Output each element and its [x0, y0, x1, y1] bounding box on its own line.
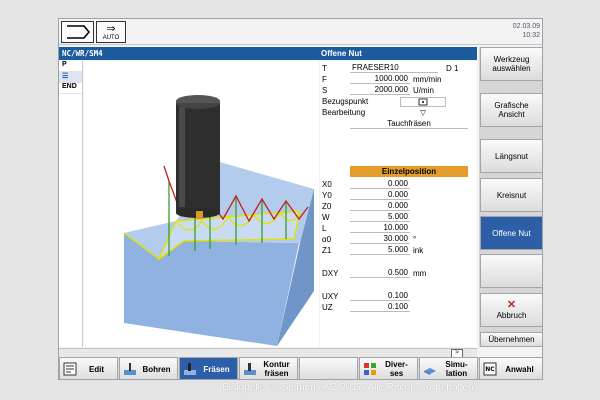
block-item-cycle[interactable]: ☰ [59, 72, 82, 83]
edit-icon [63, 362, 77, 376]
param-row-bezugspunkt: Bezugspunkt [320, 96, 477, 107]
speed-field[interactable]: 2000.000 [350, 85, 410, 95]
misc-icon [364, 363, 376, 375]
param-row-z0: Z0 0.000 [322, 201, 410, 211]
z1-field[interactable]: 5.000 [350, 245, 410, 255]
dialog-header: NC/WR/SM4 Offene Nut [59, 47, 477, 60]
param-row-dxy: DXY 0.500 mm [322, 268, 427, 278]
tool-field[interactable]: FRAESER10 [350, 63, 438, 73]
block-item-p[interactable]: P [59, 61, 82, 72]
softkey-empty[interactable] [480, 254, 542, 288]
drill-icon [124, 363, 136, 375]
softkey-contour-milling[interactable]: Kontur fräsen [239, 357, 298, 379]
param-row-z1: Z1 5.000 ink [322, 245, 424, 255]
uz-field[interactable]: 0.100 [350, 302, 410, 312]
svg-text:NC: NC [485, 366, 495, 373]
program-path: NC/WR/SM4 [62, 49, 103, 58]
cycle-icon: ☰ [62, 73, 69, 80]
tool-edge[interactable]: D 1 [446, 64, 458, 73]
time: 10:32 [522, 32, 540, 39]
param-row-f: F 1000.000 mm/min [322, 74, 442, 84]
param-row-uz: UZ 0.100 [322, 302, 410, 312]
menu-back-icon [67, 25, 91, 39]
softkey-milling[interactable]: Fräsen [179, 357, 238, 379]
param-row-tauch: Tauchfräsen [320, 118, 477, 129]
param-row-t: T FRAESER10 D 1 [322, 63, 459, 73]
softkey-empty-bottom[interactable] [299, 357, 358, 379]
parameter-panel: T FRAESER10 D 1 F 1000.000 mm/min S 2000… [320, 61, 477, 347]
cancel-x-icon: ✕ [506, 299, 517, 311]
reference-point-icon [418, 98, 428, 106]
param-row-s: S 2000.000 U/min [322, 85, 434, 95]
simulation-icon [424, 368, 436, 375]
nc-select-icon: NC [483, 362, 497, 376]
softkey-select-tool[interactable]: Werkzeug auswählen [480, 47, 542, 81]
a0-field[interactable]: 30.000 [350, 234, 410, 244]
softkey-longitudinal-slot[interactable]: Längsnut [480, 139, 542, 173]
toolpath-start [163, 165, 170, 182]
param-row-a0: α0 30.000 ° [322, 234, 417, 244]
softkey-graphic-view[interactable]: Grafische Ansicht [480, 93, 542, 127]
auto-label: AUTO [102, 35, 120, 41]
hmi-screen: ⇒ AUTO 02.03.09 10:32 NC/WR/SM4 Offene N… [58, 18, 543, 380]
feed-field[interactable]: 1000.000 [350, 74, 410, 84]
y0-field[interactable]: 0.000 [350, 190, 410, 200]
softkey-select[interactable]: NC Anwahl [479, 357, 542, 379]
auto-mode-button[interactable]: ⇒ AUTO [96, 21, 126, 43]
menu-back-button[interactable] [61, 21, 94, 43]
param-row-l: L 10.000 [322, 223, 410, 233]
z0-field[interactable]: 0.000 [350, 201, 410, 211]
dxy-field[interactable]: 0.500 [350, 268, 410, 278]
l-field[interactable]: 10.000 [350, 223, 410, 233]
softkey-drilling[interactable]: Bohren [119, 357, 178, 379]
softkey-cancel[interactable]: ✕ Abbruch [480, 293, 542, 327]
help-graphic-slot [84, 61, 319, 347]
vertical-softkeys: Werkzeug auswählen Grafische Ansicht Län… [479, 47, 542, 347]
block-item-end[interactable]: END [59, 83, 82, 94]
milling-tool [176, 95, 220, 219]
uxy-field[interactable]: 0.100 [350, 291, 410, 301]
x0-field[interactable]: 0.000 [350, 179, 410, 189]
softkey-open-slot[interactable]: Offene Nut [480, 216, 542, 250]
image-credit: Bildquelle "© Siemens AG 2017, Alle Rech… [222, 382, 478, 393]
softkey-simulation[interactable]: Simu- lation [419, 357, 478, 379]
reference-point-select[interactable] [400, 97, 446, 107]
top-bar: ⇒ AUTO 02.03.09 10:32 [59, 19, 542, 45]
slot-milling-illustration [123, 95, 314, 346]
auto-arrow-icon: ⇒ [106, 23, 116, 35]
w-field[interactable]: 5.000 [350, 212, 410, 222]
softkey-edit[interactable]: Edit [59, 357, 118, 379]
program-block-list: P ☰ END [59, 61, 83, 347]
machining-select[interactable]: ▽ [400, 108, 446, 118]
param-row-x0: X0 0.000 [322, 179, 410, 189]
softkey-circular-slot[interactable]: Kreisnut [480, 178, 542, 212]
param-row-y0: Y0 0.000 [322, 190, 410, 200]
position-pattern-select[interactable]: Einzelposition [350, 166, 468, 177]
softkey-misc[interactable]: Diver- ses [359, 357, 418, 379]
contour-icon [244, 363, 256, 375]
status-line: > [59, 348, 477, 358]
dialog-title: Offene Nut [321, 49, 362, 58]
datetime: 02.03.09 10:32 [513, 22, 540, 40]
param-row-bearbeitung: Bearbeitung ▽ [320, 107, 477, 118]
mill-icon [184, 363, 196, 375]
param-row-w: W 5.000 [322, 212, 410, 222]
horizontal-softkeys: Edit Bohren Fräsen Kontur fräsen Diver- … [59, 357, 542, 379]
plunge-mode-select[interactable]: Tauchfräsen [350, 119, 468, 129]
accept-label: Übernehmen [488, 335, 535, 344]
softkey-accept[interactable]: Übernehmen [480, 332, 542, 347]
date: 02.03.09 [512, 23, 540, 30]
param-row-uxy: UXY 0.100 [322, 291, 410, 301]
